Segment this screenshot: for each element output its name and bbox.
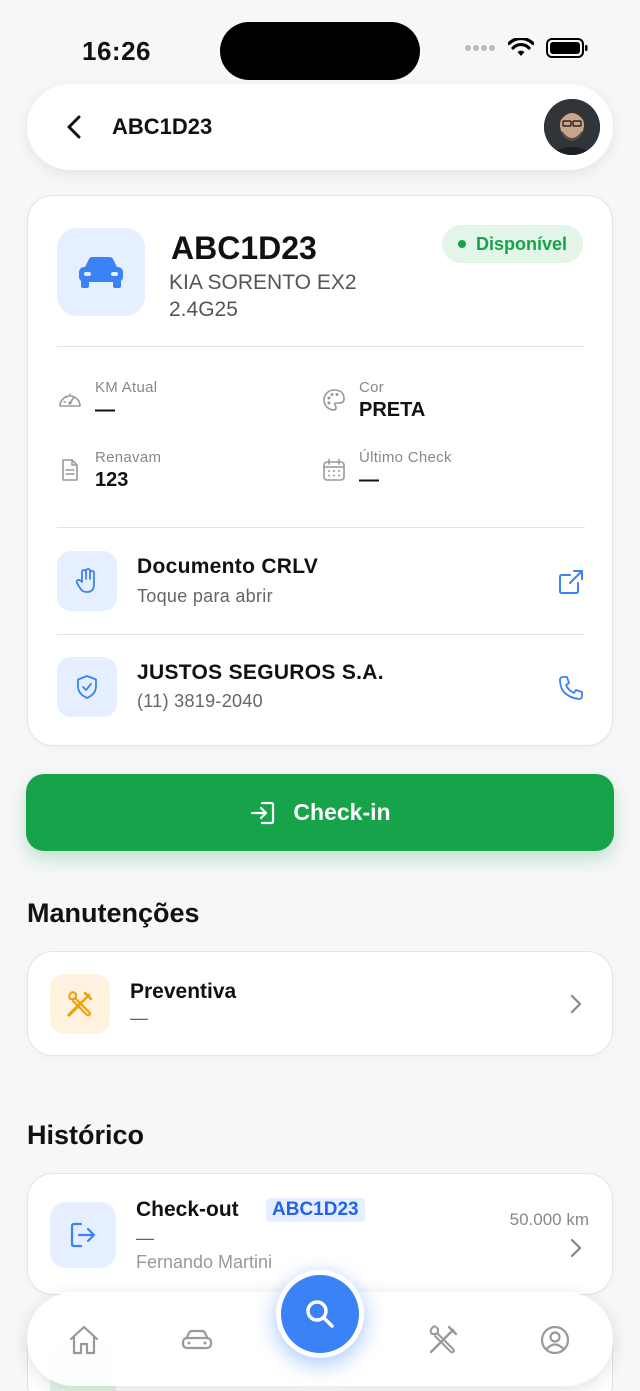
renavam-label: Renavam [95,449,162,466]
signal-icon [465,45,495,51]
document-row[interactable]: Documento CRLV Toque para abrir [28,528,614,634]
profile-icon [540,1325,570,1355]
search-button[interactable] [276,1270,364,1358]
home-icon [69,1325,99,1355]
external-link-icon [559,570,583,594]
status-badge-label: Disponível [475,233,567,254]
dynamic-island [220,22,420,80]
maintenance-title: Preventiva [130,980,237,1003]
chevron-right-icon [566,994,586,1014]
battery-icon [546,38,588,58]
renavam-value: 123 [95,469,129,491]
chevron-left-icon [67,115,81,139]
avatar-photo-icon [544,99,600,155]
shield-check-icon [77,675,97,699]
insurance-phone: (11) 3819-2040 [137,691,263,711]
hand-document-icon [75,568,95,593]
tools-icon [429,1325,458,1354]
tools-icon [67,991,93,1017]
km-label: KM Atual [95,379,158,396]
vehicle-plate: ABC1D23 [171,230,317,266]
login-icon [251,801,275,824]
history-subtitle: — [136,1228,154,1248]
maintenance-section-title: Manutenções [27,898,200,928]
car-icon [181,1329,213,1350]
color-value: PRETA [359,399,426,421]
speedometer-icon [59,393,81,407]
history-section-title: Histórico [27,1120,145,1150]
search-icon [306,1300,334,1328]
calendar-icon [323,458,345,481]
history-km: 50.000 km [509,1210,589,1229]
tab-profile[interactable] [535,1320,575,1360]
back-button[interactable] [57,110,91,144]
call-insurance-button[interactable] [556,673,586,703]
maintenance-icon-box [50,974,110,1034]
logout-icon [70,1222,96,1248]
phone-icon [559,676,583,700]
last-check-value: — [359,469,379,491]
last-check-label: Último Check [359,449,452,466]
tab-vehicles[interactable] [177,1320,217,1360]
history-plate-badge: ABC1D23 [266,1198,365,1222]
history-user: Fernando Martini [136,1252,273,1272]
top-nav: ABC1D23 [27,84,613,170]
open-document-button[interactable] [556,567,586,597]
status-icons [464,38,588,58]
checkin-button-label: Check-in [293,799,391,825]
insurance-icon-box [57,657,117,717]
status-dot [457,240,466,248]
page-title: ABC1D23 [112,114,213,139]
status-time: 16:26 [82,36,151,66]
color-label: Cor [359,379,385,396]
checkin-button[interactable]: Check-in [26,774,614,851]
insurance-title: JUSTOS SEGUROS S.A. [137,661,384,684]
tab-home[interactable] [64,1320,104,1360]
avatar[interactable] [544,99,600,155]
maintenance-subtitle: — [130,1008,148,1028]
maintenance-item[interactable]: Preventiva — [27,951,613,1056]
wifi-icon [508,38,534,56]
document-subtitle: Toque para abrir [137,586,273,606]
chevron-right-icon [566,1238,586,1258]
tab-maintenance[interactable] [423,1320,463,1360]
km-value: — [95,399,115,421]
document-title: Documento CRLV [137,555,319,578]
divider [57,346,585,347]
history-title: Check-out [136,1198,239,1221]
insurance-row[interactable]: JUSTOS SEGUROS S.A. (11) 3819-2040 [28,635,614,745]
history-icon-box [50,1202,116,1268]
car-icon [79,257,123,288]
vehicle-model: KIA SORENTO EX2 2.4G25 [169,271,357,321]
document-icon-box [57,551,117,611]
document-icon [62,459,78,481]
status-bar: 16:26 [0,0,640,80]
palette-icon [323,389,345,411]
vehicle-icon-box [57,228,145,316]
status-badge: Disponível [441,225,583,263]
vehicle-card: ABC1D23 KIA SORENTO EX2 2.4G25 Disponíve… [27,195,613,746]
